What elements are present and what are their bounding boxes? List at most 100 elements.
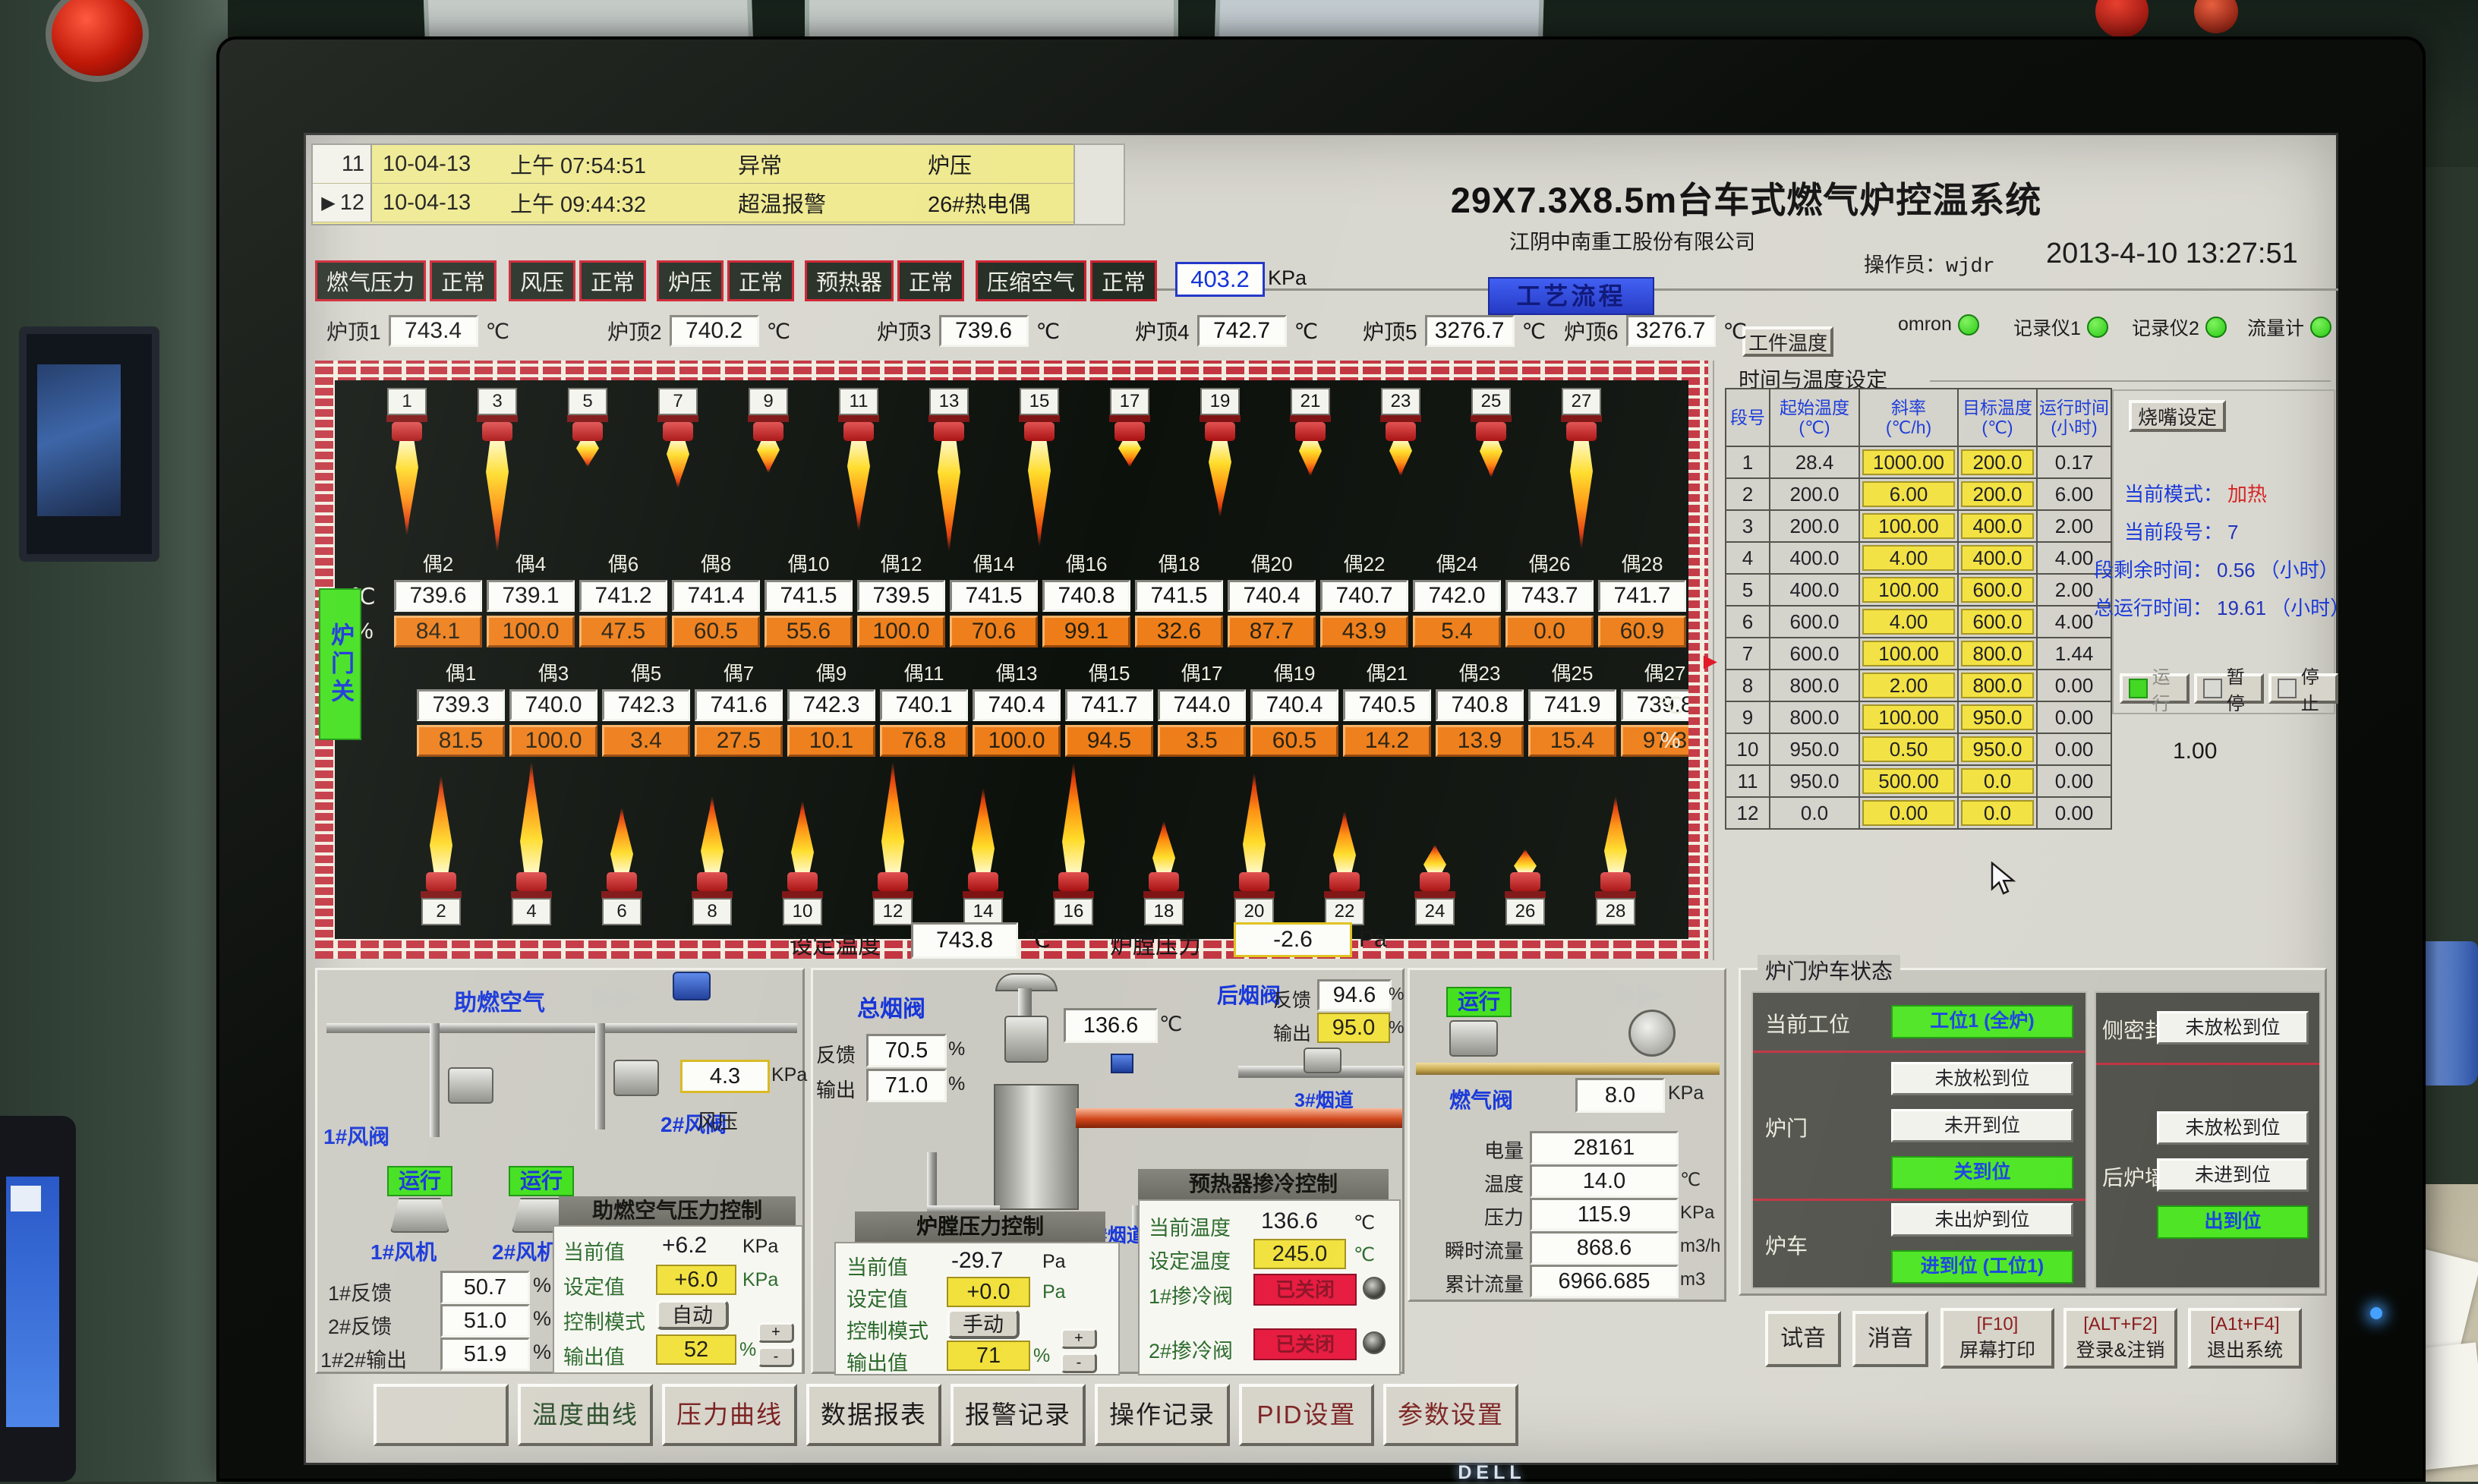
air-valve-2-icon[interactable]	[613, 1060, 659, 1096]
rate-value[interactable]: 1000.00	[1862, 449, 1955, 475]
target-temp-value[interactable]: 600.0	[1961, 609, 2034, 635]
fkey-button-退出系统[interactable]: [A1t+F4]退出系统	[2188, 1308, 2302, 1369]
rate-value[interactable]: 4.00	[1862, 545, 1955, 571]
rate-value[interactable]: 2.00	[1862, 673, 1955, 698]
sound-test-button[interactable]: 试音	[1765, 1311, 1841, 1367]
chamber-out-decrease-button[interactable]: -	[1061, 1353, 1097, 1373]
run-button[interactable]: 运行	[2120, 673, 2190, 704]
current-alarm-marker: ▶	[321, 192, 335, 214]
rate-value[interactable]: 0.00	[1862, 800, 1955, 826]
air-valve-1-icon[interactable]	[448, 1067, 493, 1104]
thermocouple-偶3: 偶3740.0100.0	[509, 658, 597, 757]
rate-value[interactable]: 100.00	[1862, 641, 1955, 666]
emergency-stop-button[interactable]	[46, 0, 149, 82]
fkey-button-屏幕打印[interactable]: [F10]屏幕打印	[1940, 1308, 2054, 1369]
thermocouple-label: 偶3	[509, 658, 597, 686]
nav-button-报警记录[interactable]: 报警记录	[951, 1384, 1086, 1446]
rate-value[interactable]: 0.50	[1862, 736, 1955, 762]
fkey-button-登录&注销[interactable]: [ALT+F2]登录&注销	[2063, 1308, 2177, 1369]
target-temp-value[interactable]: 950.0	[1961, 704, 2034, 730]
burner-flame	[1299, 441, 1322, 476]
rate-value[interactable]: 6.00	[1862, 481, 1955, 507]
burner-number: 15	[1020, 388, 1059, 415]
burner-settings-button[interactable]: 烧嘴设定	[2129, 400, 2226, 432]
chamber-out-increase-button[interactable]: +	[1061, 1328, 1097, 1349]
chamber-set-value[interactable]: +0.0	[947, 1277, 1030, 1307]
alarm-list-scrollbar[interactable]	[1073, 143, 1125, 225]
mute-button[interactable]: 消音	[1852, 1311, 1928, 1367]
alarm-tag: 炉压	[928, 148, 1073, 180]
target-temp-value[interactable]: 600.0	[1961, 577, 2034, 603]
status-chip-压缩空气: 压缩空气正常	[976, 260, 1157, 301]
target-temp-value[interactable]: 200.0	[1961, 481, 2034, 507]
nav-button-操作记录[interactable]: 操作记录	[1095, 1384, 1230, 1446]
burner-13: 13	[914, 388, 984, 551]
target-temp-value[interactable]: 200.0	[1961, 449, 2034, 475]
flue-valve-body-icon[interactable]	[1004, 1016, 1048, 1063]
roof-temp-5: 炉顶53276.7℃	[1363, 315, 1546, 347]
air-mode-button[interactable]: 自动	[656, 1300, 729, 1330]
rear-out-value[interactable]: 95.0	[1317, 1013, 1390, 1043]
thermocouple-偶8: 偶8741.460.5	[672, 549, 760, 647]
target-temp-value[interactable]: 0.0	[1961, 800, 2034, 826]
cold-valve-1-state[interactable]: 已关闭	[1253, 1274, 1357, 1306]
target-temp-value[interactable]: 400.0	[1961, 513, 2034, 539]
preheat-set-value[interactable]: 245.0	[1253, 1239, 1346, 1269]
header-line1: 运行时间	[2038, 398, 2111, 417]
nav-button-PID设置[interactable]: PID设置	[1239, 1384, 1374, 1446]
nav-button-数据报表[interactable]: 数据报表	[806, 1384, 941, 1446]
burner-nozzle-icon	[1024, 422, 1055, 441]
rear-valve-icon[interactable]	[1304, 1048, 1341, 1073]
burner-flame	[396, 441, 418, 535]
nav-button-参数设置[interactable]: 参数设置	[1383, 1384, 1518, 1446]
thermocouple-output-pct: 70.6	[950, 616, 1038, 647]
process-flow-button[interactable]: 工艺流程	[1488, 277, 1654, 315]
gas-pressure-value[interactable]: 403.2	[1175, 262, 1265, 297]
alarm-row[interactable]: 1110-04-13上午 07:54:51异常炉压	[313, 145, 1073, 184]
thermocouple-label: 偶9	[787, 658, 875, 686]
air-out-increase-button[interactable]: +	[758, 1322, 794, 1343]
fb2-value: 51.0	[440, 1304, 530, 1337]
target-temp-value[interactable]: 400.0	[1961, 545, 2034, 571]
rate-value[interactable]: 100.00	[1862, 513, 1955, 539]
workpiece-temp-button[interactable]: 工件温度	[1742, 326, 1833, 357]
burner-nozzle-icon	[1329, 872, 1360, 891]
air-set-value[interactable]: +6.0	[656, 1265, 736, 1295]
rate-value[interactable]: 100.00	[1862, 577, 1955, 603]
target-temp-value[interactable]: 800.0	[1961, 673, 2034, 698]
nav-button-压力曲线[interactable]: 压力曲线	[662, 1384, 797, 1446]
nav-button-blank[interactable]	[374, 1384, 509, 1446]
chamber-mode-button[interactable]: 手动	[947, 1309, 1020, 1339]
preheat-set-unit: ℃	[1354, 1243, 1375, 1266]
alarm-row-index: 12	[340, 191, 364, 216]
burner-7: 7	[643, 388, 713, 488]
fb1-label: 1#反馈	[328, 1277, 392, 1306]
rate-value[interactable]: 4.00	[1862, 609, 1955, 635]
cold-valve-2-state[interactable]: 已关闭	[1253, 1328, 1357, 1360]
pause-button[interactable]: 暂停	[2194, 673, 2264, 704]
thermocouple-偶1: 偶1739.381.5	[417, 658, 505, 757]
air-out-value[interactable]: 52	[656, 1334, 736, 1365]
cold-valve-2-eye-icon[interactable]	[1363, 1331, 1386, 1354]
segment-number: 6	[1726, 606, 1770, 638]
burner-22: 22	[1310, 811, 1379, 925]
cold-valve-1-eye-icon[interactable]	[1363, 1277, 1386, 1300]
target-temp-value[interactable]: 0.0	[1961, 768, 2034, 794]
cold-valve-2-label: 2#掺冷阀	[1149, 1334, 1233, 1364]
gas-row-value-电量: 28161	[1530, 1131, 1679, 1164]
stop-button[interactable]: 停止	[2268, 673, 2338, 704]
nav-button-温度曲线[interactable]: 温度曲线	[518, 1384, 653, 1446]
device-status-led	[1958, 314, 1979, 336]
segment-value: 7	[2223, 521, 2243, 544]
air-out-decrease-button[interactable]: -	[758, 1347, 794, 1367]
target-temp-value[interactable]: 800.0	[1961, 641, 2034, 666]
burner-16: 16	[1039, 763, 1108, 925]
target-temp-value[interactable]: 950.0	[1961, 736, 2034, 762]
run-time: 0.00	[2037, 670, 2111, 701]
gas-valve-icon[interactable]	[1449, 1020, 1498, 1057]
rate-value[interactable]: 100.00	[1862, 704, 1955, 730]
chamber-out-value[interactable]: 71	[947, 1341, 1030, 1371]
burner-8: 8	[677, 796, 747, 925]
alarm-row[interactable]: ▶1210-04-13上午 09:44:32超温报警26#热电偶	[313, 184, 1073, 222]
rate-value[interactable]: 500.00	[1862, 768, 1955, 794]
